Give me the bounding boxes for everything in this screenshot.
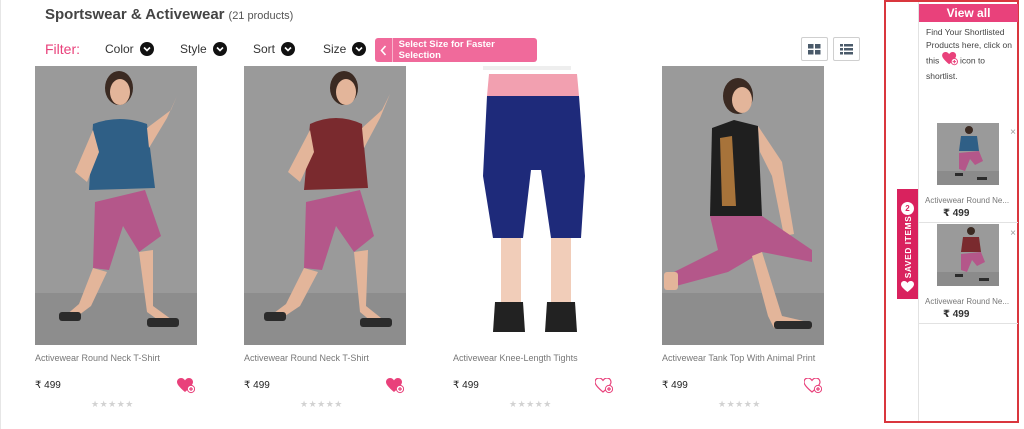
filter-style-dropdown[interactable]: Style <box>180 42 227 56</box>
saved-item-price: ₹ 499 <box>943 208 970 219</box>
saved-items-label: SAVED ITEMS <box>902 215 913 279</box>
product-card[interactable]: Activewear Knee-Length Tights ₹ 499 ★★★★… <box>453 66 633 411</box>
product-name[interactable]: Activewear Knee-Length Tights <box>453 353 578 363</box>
product-image[interactable] <box>35 66 197 345</box>
saved-item[interactable]: × Activewear Round Ne... ₹ 499 <box>919 224 1018 324</box>
product-price: ₹ 499 <box>244 380 270 391</box>
shortlist-heart-icon[interactable] <box>803 377 823 394</box>
heart-icon <box>901 280 914 298</box>
star-rating: ★★★★★ <box>718 399 761 409</box>
shortlist-heart-icon[interactable] <box>386 378 405 394</box>
star-rating: ★★★★★ <box>300 399 343 409</box>
garment-waistband <box>487 74 579 96</box>
filter-style-label: Style <box>180 42 207 56</box>
filter-color-label: Color <box>105 42 134 56</box>
garment-top <box>304 118 368 190</box>
size-tip-text: Select Size for Faster Selection <box>398 39 495 61</box>
chevron-down-icon <box>212 42 227 56</box>
product-image[interactable] <box>662 66 824 345</box>
filter-color-dropdown[interactable]: Color <box>105 42 154 56</box>
saved-item-thumbnail[interactable] <box>937 224 999 286</box>
product-card[interactable]: Activewear Round Neck T-Shirt ₹ 499 ★★★★… <box>35 66 215 411</box>
remove-saved-item-button[interactable]: × <box>1010 228 1016 239</box>
product-price: ₹ 499 <box>453 380 479 391</box>
list-view-button[interactable] <box>833 37 860 61</box>
product-listing: Sportswear & Activewear (21 products) Fi… <box>0 0 884 429</box>
saved-item-thumbnail[interactable] <box>937 123 999 185</box>
product-name[interactable]: Activewear Round Neck T-Shirt <box>244 353 369 363</box>
product-price: ₹ 499 <box>35 380 61 391</box>
shortlist-column: View all Find Your Shortlisted Products … <box>918 2 1018 421</box>
grid-view-icon <box>808 43 821 54</box>
remove-saved-item-button[interactable]: × <box>1010 127 1016 138</box>
chevron-down-icon <box>281 42 296 56</box>
shortlist-heart-icon[interactable] <box>594 377 614 394</box>
title-row: Sportswear & Activewear (21 products) <box>45 6 293 23</box>
filter-label: Filter: <box>45 41 80 57</box>
product-card[interactable]: Activewear Tank Top With Animal Print ₹ … <box>662 66 842 411</box>
filter-bar: Filter: Color Style Sort Size Select Siz… <box>45 38 865 62</box>
filter-size-label: Size <box>323 42 347 56</box>
saved-items-panel: 2 SAVED ITEMS View all Find Your Shortli… <box>884 0 1019 423</box>
filter-sort-label: Sort <box>253 42 276 56</box>
shortlist-help-text: Find Your Shortlisted Products here, cli… <box>926 26 1014 83</box>
saved-items-tab[interactable]: 2 SAVED ITEMS <box>897 189 918 299</box>
saved-item-price: ₹ 499 <box>943 309 970 320</box>
shortlist-heart-icon[interactable] <box>177 378 196 394</box>
filter-sort-dropdown[interactable]: Sort <box>253 42 296 56</box>
chevron-down-icon <box>352 42 367 56</box>
garment-bottom <box>483 96 585 238</box>
product-image[interactable] <box>453 66 615 345</box>
shortlist-heart-icon <box>941 52 958 70</box>
page-title: Sportswear & Activewear <box>45 6 225 23</box>
star-rating: ★★★★★ <box>91 399 134 409</box>
grid-view-button[interactable] <box>801 37 828 61</box>
size-selection-tip[interactable]: Select Size for Faster Selection <box>375 38 537 62</box>
saved-item[interactable]: × Activewear Round Ne... ₹ 499 <box>919 123 1018 223</box>
garment-top <box>89 119 155 190</box>
product-name[interactable]: Activewear Round Neck T-Shirt <box>35 353 160 363</box>
chevron-down-icon <box>139 42 154 56</box>
garment-top <box>710 120 762 216</box>
saved-item-name[interactable]: Activewear Round Ne... <box>925 196 1009 205</box>
product-image[interactable] <box>244 66 406 345</box>
saved-count-badge: 2 <box>901 202 914 215</box>
product-count: (21 products) <box>228 10 294 22</box>
product-card[interactable]: Activewear Round Neck T-Shirt ₹ 499 ★★★★… <box>244 66 424 411</box>
star-rating: ★★★★★ <box>509 399 552 409</box>
filter-size-dropdown[interactable]: Size <box>323 42 367 56</box>
product-name[interactable]: Activewear Tank Top With Animal Print <box>662 353 815 363</box>
saved-item-name[interactable]: Activewear Round Ne... <box>925 297 1009 306</box>
view-all-button[interactable]: View all <box>919 4 1018 22</box>
chevron-left-icon <box>375 38 393 62</box>
list-view-icon <box>840 43 853 54</box>
product-price: ₹ 499 <box>662 380 688 391</box>
